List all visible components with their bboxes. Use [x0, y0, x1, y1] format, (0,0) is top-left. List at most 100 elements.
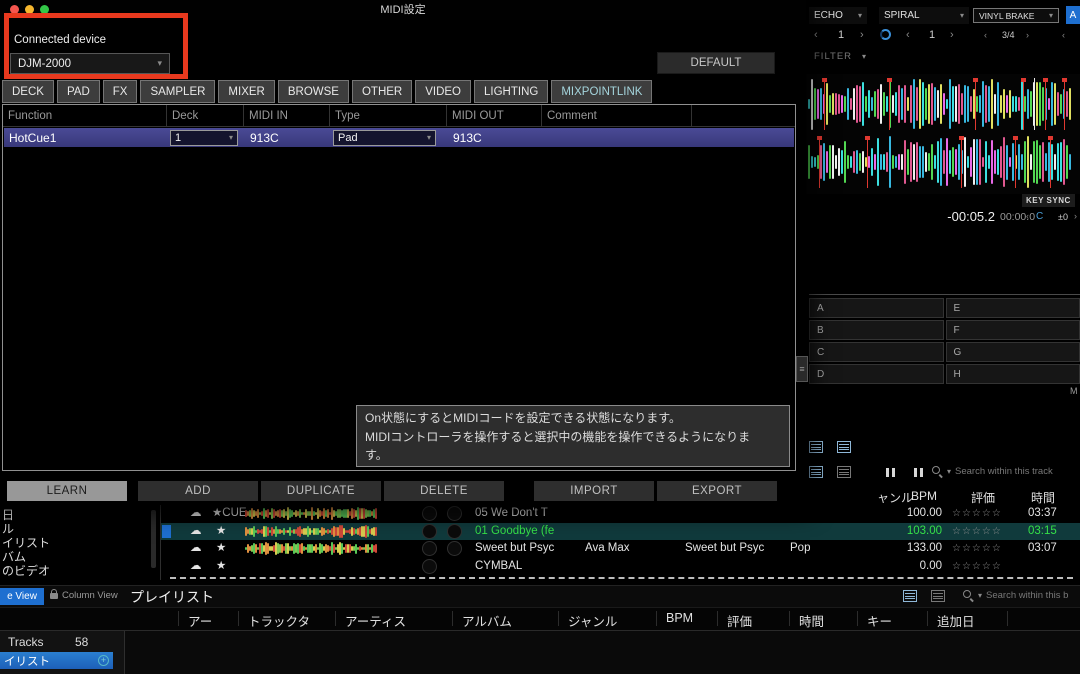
column-genre[interactable]: ジャンル: [568, 611, 617, 630]
close-window-button[interactable]: [10, 5, 19, 14]
column-bpm[interactable]: BPM: [666, 611, 693, 625]
column-time[interactable]: 時間: [799, 611, 824, 630]
filter-label[interactable]: FILTER: [814, 51, 852, 62]
track-search-box[interactable]: ▾ Search within this track: [932, 466, 1053, 477]
list-view-icon[interactable]: [903, 590, 917, 602]
column-key[interactable]: キー: [867, 611, 892, 630]
track-rating[interactable]: ☆☆☆☆☆: [952, 558, 1002, 575]
beat-fraction-right-icon[interactable]: ›: [1026, 30, 1029, 40]
column-album[interactable]: アルバム: [462, 611, 512, 630]
cue-bank-a[interactable]: A: [809, 298, 944, 318]
column-view-button[interactable]: Column View: [50, 590, 118, 601]
tab-deck[interactable]: DECK: [2, 80, 54, 103]
playlist-search-box[interactable]: ▾ Search within this b: [963, 590, 1068, 601]
column-date-added[interactable]: 追加日: [937, 611, 975, 630]
type-select[interactable]: Pad ▾: [333, 130, 436, 146]
beat-fraction-left-icon[interactable]: ‹: [984, 30, 987, 40]
learn-button[interactable]: LEARN: [7, 481, 127, 501]
tab-pad[interactable]: PAD: [57, 80, 100, 103]
header-function[interactable]: Function: [3, 105, 167, 126]
beat-decrease-left-icon[interactable]: ‹: [814, 29, 818, 41]
track-rating[interactable]: ☆☆☆☆☆: [952, 523, 1002, 540]
grid-view-icon[interactable]: [837, 441, 851, 453]
panel-handle[interactable]: ≡: [796, 356, 808, 382]
import-button[interactable]: IMPORT: [534, 481, 654, 501]
column-artist[interactable]: アーティス: [345, 611, 406, 630]
horizontal-scrollbar[interactable]: [170, 577, 1073, 579]
deck-waveform-area[interactable]: [805, 74, 1080, 194]
tab-other[interactable]: OTHER: [352, 80, 412, 103]
pause-icon[interactable]: [884, 466, 897, 479]
duplicate-button[interactable]: DUPLICATE: [261, 481, 381, 501]
header-midi-in[interactable]: MIDI IN: [244, 105, 330, 126]
list-view-icon[interactable]: [809, 441, 823, 453]
beat-page-left-icon[interactable]: ‹: [1062, 30, 1065, 40]
cue-bank-g[interactable]: G: [946, 342, 1080, 362]
sidebar-item-playlist[interactable]: イリスト +: [0, 652, 113, 669]
header-type[interactable]: Type: [330, 105, 447, 126]
list-view-icon[interactable]: [809, 466, 823, 478]
midi-mapping-row-selected[interactable]: HotCue1 1 ▾ 913C Pad ▾ 913C: [4, 128, 794, 147]
device-select[interactable]: DJM-2000 ▾: [10, 53, 170, 74]
key-shift-left-icon[interactable]: ‹: [1026, 211, 1029, 221]
column-genre[interactable]: ャンル: [877, 489, 913, 506]
beat-decrease-right-icon[interactable]: ‹: [906, 29, 910, 41]
default-button[interactable]: DEFAULT: [657, 52, 775, 74]
cue-bank-f[interactable]: F: [946, 320, 1080, 340]
sidebar-scrollbar[interactable]: [151, 510, 156, 568]
tab-mixer[interactable]: MIXER: [218, 80, 274, 103]
fx-slot-echo[interactable]: ECHO ▾: [809, 7, 867, 24]
header-midi-out[interactable]: MIDI OUT: [447, 105, 542, 126]
add-button[interactable]: ADD: [138, 481, 258, 501]
header-deck[interactable]: Deck: [167, 105, 244, 126]
key-sync-button[interactable]: KEY SYNC: [1022, 194, 1075, 207]
fx-slot-vinyl-brake[interactable]: VINYL BRAKE ▾: [973, 8, 1059, 23]
tab-browse[interactable]: BROWSE: [278, 80, 349, 103]
cue-bank-c[interactable]: C: [809, 342, 944, 362]
export-button[interactable]: EXPORT: [657, 481, 777, 501]
window-titlebar[interactable]: MIDI設定: [0, 0, 806, 20]
tab-mixpointlink[interactable]: MIXPOINTLINK: [551, 80, 652, 103]
track-row[interactable]: ☁ ★CUE 05 We Don't T 100.00 ☆☆☆☆☆ 03:37: [160, 505, 1080, 522]
track-row[interactable]: ☁ ★ CYMBAL 0.00 ☆☆☆☆☆: [160, 558, 1080, 575]
zoom-window-button[interactable]: [40, 5, 49, 14]
column-bpm[interactable]: BPM: [911, 489, 937, 503]
track-rating[interactable]: ☆☆☆☆☆: [952, 540, 1002, 557]
header-comment[interactable]: Comment: [542, 105, 692, 126]
cue-bank-h[interactable]: H: [946, 364, 1080, 384]
column-rating[interactable]: 評価: [727, 611, 752, 630]
tab-video[interactable]: VIDEO: [415, 80, 471, 103]
cue-bank-e[interactable]: E: [946, 298, 1080, 318]
column-time[interactable]: 時間: [1031, 489, 1055, 506]
chevron-down-icon[interactable]: ▾: [862, 53, 866, 61]
beat-increase-left-icon[interactable]: ›: [860, 29, 864, 41]
deck-select[interactable]: 1 ▾: [170, 130, 238, 146]
grid-view-icon[interactable]: [931, 590, 945, 602]
sidebar-item[interactable]: のビデオ: [2, 562, 50, 578]
column-track-title[interactable]: トラックタ: [248, 611, 310, 630]
add-playlist-icon[interactable]: +: [98, 655, 109, 666]
track-row[interactable]: ☁ ★ Sweet but Psyc Ava Max Sweet but Psy…: [160, 540, 1080, 557]
cue-bank-b[interactable]: B: [809, 320, 944, 340]
cue-bank-d[interactable]: D: [809, 364, 944, 384]
column-rating[interactable]: 評価: [971, 489, 995, 506]
tree-view-button[interactable]: e View: [0, 588, 44, 605]
tab-fx[interactable]: FX: [103, 80, 138, 103]
column-artwork[interactable]: アー: [188, 611, 212, 630]
minimize-window-button[interactable]: [25, 5, 34, 14]
key-shift-right-icon[interactable]: ›: [1074, 211, 1077, 221]
pause-icon[interactable]: [912, 466, 925, 479]
deck1-waveform[interactable]: [808, 78, 1077, 130]
beat-increase-right-icon[interactable]: ›: [950, 29, 954, 41]
chevron-down-icon: ▾: [858, 12, 862, 20]
deck2-waveform[interactable]: [808, 136, 1077, 188]
track-rating[interactable]: ☆☆☆☆☆: [952, 505, 1002, 522]
tab-sampler[interactable]: SAMPLER: [140, 80, 215, 103]
album-art: [447, 524, 462, 539]
grid-view-icon[interactable]: [837, 466, 851, 478]
tab-lighting[interactable]: LIGHTING: [474, 80, 548, 103]
delete-button[interactable]: DELETE: [384, 481, 504, 501]
track-row-selected[interactable]: ☁ ★ 01 Goodbye (fe 103.00 ☆☆☆☆☆ 03:15: [160, 523, 1080, 540]
fx-assign-a-button[interactable]: A: [1066, 6, 1080, 24]
fx-slot-spiral[interactable]: SPIRAL ▾: [879, 7, 969, 24]
